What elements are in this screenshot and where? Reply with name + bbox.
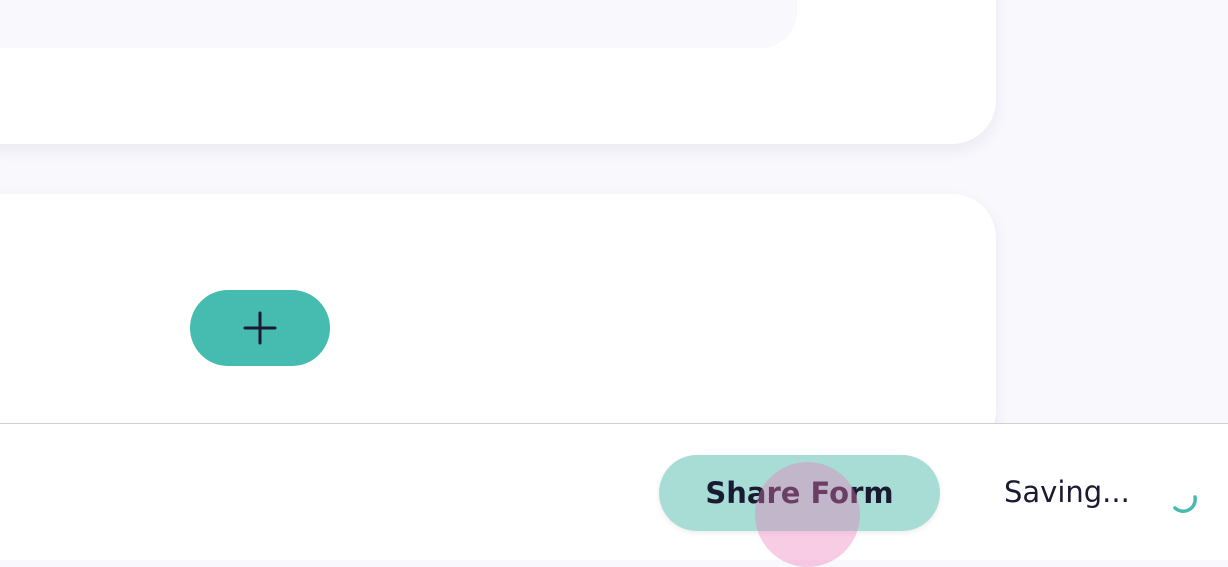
add-question-card — [0, 194, 996, 423]
spinner-icon — [1173, 495, 1197, 513]
share-form-button[interactable]: Share Form — [659, 455, 940, 531]
footer-bar: Share Form Saving... — [0, 423, 1228, 567]
plus-icon — [243, 311, 277, 345]
form-builder-canvas — [0, 0, 1228, 423]
saving-status: Saving... — [1004, 475, 1130, 509]
add-question-button[interactable] — [190, 290, 330, 366]
question-field[interactable] — [0, 0, 797, 48]
